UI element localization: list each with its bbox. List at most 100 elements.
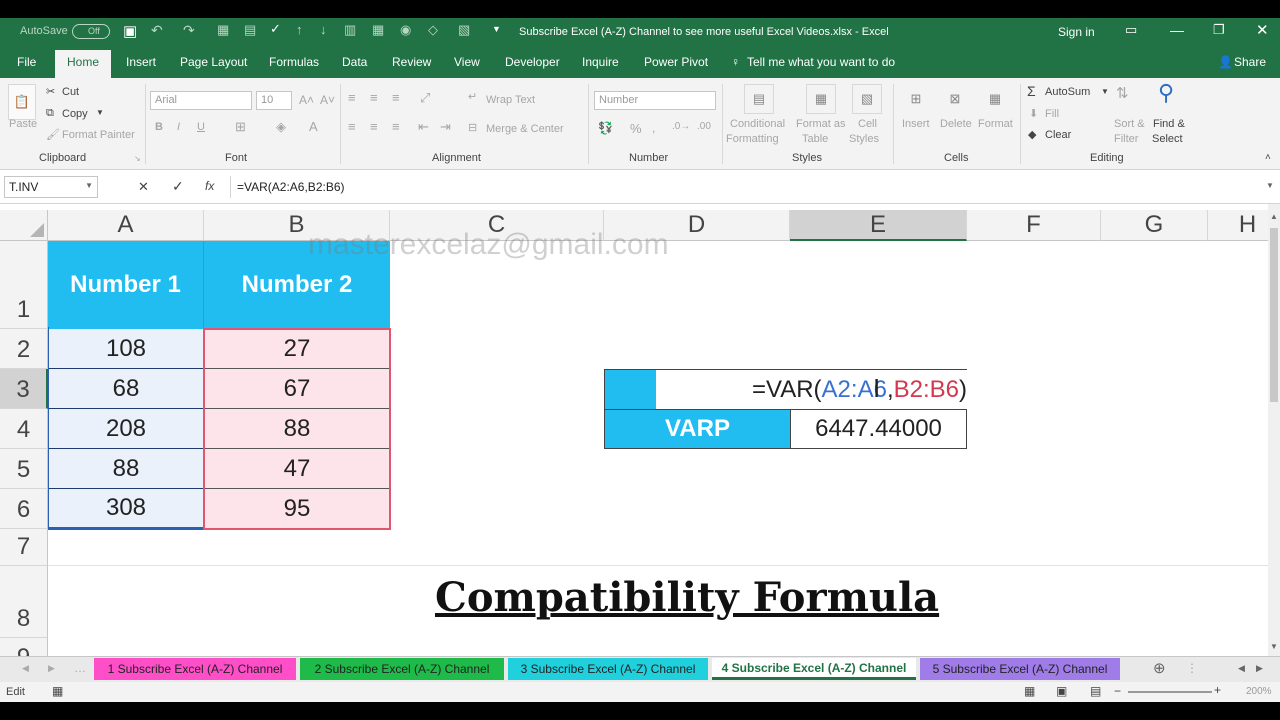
paste-icon[interactable]: 📋 <box>8 84 36 120</box>
tab-file[interactable]: File <box>17 55 36 69</box>
sheet-tab-5[interactable]: 5 Subscribe Excel (A-Z) Channel <box>920 658 1120 680</box>
name-box[interactable]: T.INV ▼ <box>4 176 98 198</box>
row-header-1[interactable]: 1 <box>0 241 48 329</box>
zoom-slider[interactable] <box>1128 691 1212 693</box>
decrease-decimal-icon[interactable]: .00 <box>697 121 711 132</box>
tab-view[interactable]: View <box>454 55 480 69</box>
row-header-8[interactable]: 8 <box>0 566 48 638</box>
normal-view-icon[interactable]: ▦ <box>1024 684 1035 698</box>
cell-styles-button-l1[interactable]: Cell <box>858 118 877 130</box>
sort-desc-icon[interactable]: ↓ <box>320 22 327 37</box>
enter-icon[interactable]: ✓ <box>172 178 184 195</box>
autosave-toggle[interactable]: Off <box>72 24 110 39</box>
tab-power-pivot[interactable]: Power Pivot <box>644 55 708 69</box>
align-right-icon[interactable]: ≡ <box>392 119 400 134</box>
format-painter-button[interactable]: Format Painter <box>62 129 135 141</box>
tab-page-layout[interactable]: Page Layout <box>180 55 247 69</box>
delete-cells-icon[interactable]: ⊠ <box>941 84 969 114</box>
column-header-a[interactable]: A <box>48 210 204 241</box>
find-select-button-l2[interactable]: Select <box>1152 133 1183 145</box>
grow-font-icon[interactable]: A˄ <box>299 93 314 107</box>
select-all-button[interactable] <box>0 210 48 241</box>
cell-e4-varp-value[interactable]: 6447.44000 <box>790 409 967 449</box>
row-header-2[interactable]: 2 <box>0 329 48 369</box>
cut-icon[interactable]: ✂ <box>46 85 55 98</box>
align-middle-icon[interactable]: ≡ <box>370 90 378 105</box>
cell-styles-icon[interactable]: ▧ <box>852 84 882 114</box>
column-header-g[interactable]: G <box>1101 210 1208 241</box>
align-top-icon[interactable]: ≡ <box>348 90 356 105</box>
zoom-level[interactable]: 200% <box>1246 686 1272 697</box>
scroll-thumb[interactable] <box>1270 228 1278 402</box>
restore-icon[interactable]: ❐ <box>1213 22 1225 38</box>
ribbon-display-icon[interactable]: ▭ <box>1125 22 1137 38</box>
italic-button[interactable]: I <box>177 121 180 133</box>
sort-filter-icon[interactable]: ⇅ <box>1116 84 1129 102</box>
find-select-icon[interactable]: ⚲ <box>1158 80 1174 106</box>
cell-b3[interactable]: 67 <box>204 369 390 409</box>
row-header-9[interactable]: 9 <box>0 638 48 656</box>
autosum-dropdown-icon[interactable]: ▼ <box>1101 87 1109 96</box>
formula-input[interactable]: =VAR(A2:A6,B2:B6) <box>230 176 1266 198</box>
sheet-tab-2[interactable]: 2 Subscribe Excel (A-Z) Channel <box>300 658 504 680</box>
autosum-button[interactable]: AutoSum <box>1045 86 1090 98</box>
share-icon[interactable]: 👤 <box>1218 55 1233 69</box>
minimize-icon[interactable]: — <box>1170 22 1184 38</box>
orientation-icon[interactable]: ⤢ <box>420 90 430 106</box>
new-sheet-icon[interactable]: ⊕ <box>1153 659 1166 677</box>
table-icon[interactable]: ▦ <box>372 22 384 38</box>
sheet-tab-3[interactable]: 3 Subscribe Excel (A-Z) Channel <box>508 658 708 680</box>
lock-icon[interactable]: ▤ <box>244 22 256 38</box>
redo-icon[interactable]: ↷ <box>183 22 195 39</box>
cell-d3-fill[interactable] <box>604 369 656 409</box>
clear-button[interactable]: Clear <box>1045 129 1071 141</box>
format-as-table-icon[interactable]: ▦ <box>806 84 836 114</box>
page-heading[interactable]: Compatibility Formula <box>435 574 939 621</box>
grid-icon[interactable]: ▦ <box>217 22 229 38</box>
currency-icon[interactable]: 💱 <box>598 121 613 135</box>
shrink-font-icon[interactable]: A˅ <box>320 93 335 107</box>
sheet-more-icon[interactable]: … <box>74 661 86 675</box>
format-painter-icon[interactable]: 🖌 <box>46 128 60 141</box>
insert-cells-button[interactable]: Insert <box>902 118 930 130</box>
increase-indent-icon[interactable]: ⇥ <box>440 119 451 135</box>
sort-asc-icon[interactable]: ↑ <box>296 22 303 37</box>
row-header-7[interactable]: 7 <box>0 529 48 566</box>
cell-b5[interactable]: 47 <box>204 449 390 489</box>
format-cells-button[interactable]: Format <box>978 118 1013 130</box>
tab-data[interactable]: Data <box>342 55 367 69</box>
merge-icon[interactable]: ⊟ <box>468 121 477 134</box>
cell-a3[interactable]: 68 <box>48 369 204 409</box>
worksheet-grid[interactable]: A B C D E F G H 1 2 3 4 5 6 7 8 9 Number… <box>0 210 1268 656</box>
fill-icon[interactable]: ⬇ <box>1029 107 1038 120</box>
tab-formulas[interactable]: Formulas <box>269 55 319 69</box>
name-box-dropdown-icon[interactable]: ▼ <box>85 181 93 190</box>
row-header-5[interactable]: 5 <box>0 449 48 489</box>
format-icon[interactable]: ▧ <box>458 22 470 38</box>
cell-e3-editing[interactable]: =VAR(A2:A6, B2:B6) <box>656 369 967 409</box>
fill-color-icon[interactable]: ◈ <box>276 119 286 135</box>
percent-button[interactable]: % <box>630 121 642 136</box>
insert-function-icon[interactable]: fx <box>205 179 214 193</box>
share-button[interactable]: Share <box>1234 55 1266 69</box>
wrap-text-icon[interactable]: ↵ <box>468 90 477 103</box>
format-as-table-button-l2[interactable]: Table <box>802 133 828 145</box>
sort-filter-button-l1[interactable]: Sort & <box>1114 118 1145 130</box>
tab-inquire[interactable]: Inquire <box>582 55 619 69</box>
copy-dropdown-icon[interactable]: ▼ <box>96 108 104 117</box>
page-layout-view-icon[interactable]: ▣ <box>1056 684 1067 698</box>
scroll-up-icon[interactable]: ▲ <box>1270 212 1278 221</box>
column-header-f[interactable]: F <box>967 210 1101 241</box>
collapse-ribbon-icon[interactable]: ˄ <box>1265 152 1271 163</box>
copy-button[interactable]: Copy <box>62 108 88 120</box>
cell-a1-header[interactable]: Number 1 <box>48 241 204 329</box>
clear-icon[interactable]: ◆ <box>1028 128 1036 141</box>
font-name-combo[interactable]: Arial <box>150 91 252 110</box>
conditional-formatting-button-l1[interactable]: Conditional <box>730 118 785 130</box>
comma-icon[interactable]: , <box>652 121 655 135</box>
tab-insert[interactable]: Insert <box>126 55 156 69</box>
cell-a2[interactable]: 108 <box>48 329 204 369</box>
undo-icon[interactable]: ↶ <box>151 22 163 39</box>
delete-cells-button[interactable]: Delete <box>940 118 972 130</box>
align-bottom-icon[interactable]: ≡ <box>392 90 400 105</box>
